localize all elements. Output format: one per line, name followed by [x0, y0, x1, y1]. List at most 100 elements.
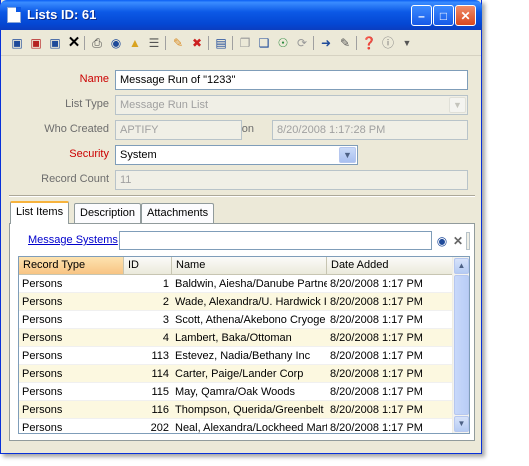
security-select[interactable]: System ▼	[115, 145, 358, 165]
minimize-button[interactable]: –	[411, 5, 432, 26]
table-row[interactable]: Persons 202 Neal, Alexandra/Lockheed Mar…	[19, 419, 453, 433]
cell-name: Thompson, Querida/Greenbelt I	[172, 401, 327, 419]
save-new-icon[interactable]: ▣	[28, 35, 44, 51]
cell-id: 116	[124, 401, 172, 419]
cell-record-type: Persons	[19, 383, 124, 401]
notes-icon[interactable]: ✎	[337, 35, 353, 51]
title-bar[interactable]: Lists ID: 61 – □ ✕	[0, 0, 482, 30]
minimize-icon: –	[418, 8, 425, 23]
copy-to-icon[interactable]: ❑	[256, 35, 272, 51]
toolbar-separator	[232, 36, 233, 50]
grid-header: Record Type ID Name Date Added	[19, 257, 453, 275]
save-icon[interactable]: ▣	[9, 35, 25, 51]
record-count-field[interactable]: 11	[115, 170, 468, 190]
table-row[interactable]: Persons 2 Wade, Alexandra/U. Hardwick I …	[19, 293, 453, 311]
toolbar-separator	[356, 36, 357, 50]
field-edge	[466, 232, 470, 250]
table-row[interactable]: Persons 114 Carter, Paige/Lander Corp 8/…	[19, 365, 453, 383]
cell-date-added: 8/20/2008 1:17 PM	[327, 383, 453, 401]
cell-record-type: Persons	[19, 401, 124, 419]
column-header-name[interactable]: Name	[172, 257, 327, 275]
record-form: Name Message Run of "1233" List Type Mes…	[1, 57, 481, 199]
created-date-field[interactable]: 8/20/2008 1:17:28 PM	[272, 120, 468, 140]
security-label: Security	[69, 148, 109, 160]
cell-date-added: 8/20/2008 1:17 PM	[327, 401, 453, 419]
table-row[interactable]: Persons 4 Lambert, Baka/Ottoman 8/20/200…	[19, 329, 453, 347]
cell-date-added: 8/20/2008 1:17 PM	[327, 293, 453, 311]
cell-record-type: Persons	[19, 275, 124, 293]
cell-name: Baldwin, Aiesha/Danube Partne	[172, 275, 327, 293]
who-created-label: Who Created	[44, 123, 109, 135]
edit-icon[interactable]: ✎	[170, 35, 186, 51]
divider	[9, 195, 475, 197]
list-type-select[interactable]: Message Run List ▼	[115, 95, 468, 115]
table-row[interactable]: Persons 116 Thompson, Querida/Greenbelt …	[19, 401, 453, 419]
message-systems-input[interactable]	[119, 231, 432, 250]
grid-icon[interactable]: ▤	[213, 35, 229, 51]
info-icon[interactable]: ⓘ	[380, 35, 396, 51]
vertical-scrollbar[interactable]: ▲ ▼	[452, 257, 469, 433]
web-icon[interactable]: ☉	[275, 35, 291, 51]
cell-date-added: 8/20/2008 1:17 PM	[327, 311, 453, 329]
cell-name: May, Qamra/Oak Woods	[172, 383, 327, 401]
document-icon	[7, 7, 21, 23]
cell-name: Scott, Athena/Akebono Cryoge	[172, 311, 327, 329]
table-row[interactable]: Persons 113 Estevez, Nadia/Bethany Inc 8…	[19, 347, 453, 365]
save-close-icon[interactable]: ▣	[47, 35, 63, 51]
column-header-record-type[interactable]: Record Type	[19, 257, 124, 275]
table-row[interactable]: Persons 1 Baldwin, Aiesha/Danube Partne …	[19, 275, 453, 293]
table-row[interactable]: Persons 115 May, Qamra/Oak Woods 8/20/20…	[19, 383, 453, 401]
find-icon[interactable]: ◉	[108, 35, 124, 51]
toolbar-separator	[208, 36, 209, 50]
column-header-id[interactable]: ID	[124, 257, 172, 275]
message-systems-link[interactable]: Message Systems	[28, 234, 118, 246]
cell-date-added: 8/20/2008 1:17 PM	[327, 419, 453, 433]
toolbar-overflow-icon[interactable]: ▼	[399, 35, 415, 51]
print-icon[interactable]: ⎙	[89, 35, 105, 51]
toolbar-separator	[84, 36, 85, 50]
chevron-down-icon[interactable]: ▼	[449, 97, 466, 113]
tab-description[interactable]: Description	[74, 203, 142, 223]
copy-icon[interactable]: ❐	[237, 35, 253, 51]
cell-id: 113	[124, 347, 172, 365]
cell-record-type: Persons	[19, 311, 124, 329]
list-items-grid: Record Type ID Name Date Added Persons 1…	[18, 256, 470, 434]
toolbar: ▣ ▣ ▣ ✕ ⎙ ◉ ▲ ☰ ✎ ✖ ▤ ❐ ❑ ☉ ⟳ ➜ ✎ ❓ ⓘ ▼	[1, 30, 481, 56]
name-field[interactable]: Message Run of "1233"	[115, 70, 468, 90]
cell-date-added: 8/20/2008 1:17 PM	[327, 347, 453, 365]
scroll-thumb[interactable]	[454, 275, 469, 415]
delete-icon[interactable]: ✕	[66, 35, 82, 51]
toolbar-separator	[313, 36, 314, 50]
cell-record-type: Persons	[19, 365, 124, 383]
list-type-label: List Type	[65, 98, 109, 110]
list-icon[interactable]: ☰	[146, 35, 162, 51]
column-header-date-added[interactable]: Date Added	[327, 257, 453, 275]
close-icon: ✕	[460, 8, 471, 23]
help-icon[interactable]: ❓	[361, 35, 377, 51]
scroll-up-icon[interactable]: ▲	[454, 258, 469, 274]
list-items-panel: Message Systems ◉ ✕ Record Type ID Name …	[9, 223, 475, 441]
tab-attachments[interactable]: Attachments	[141, 203, 215, 223]
refresh-icon[interactable]: ⟳	[294, 35, 310, 51]
cell-record-type: Persons	[19, 347, 124, 365]
table-row[interactable]: Persons 3 Scott, Athena/Akebono Cryoge 8…	[19, 311, 453, 329]
cell-name: Neal, Alexandra/Lockheed Mart	[172, 419, 327, 433]
lists-window: Lists ID: 61 – □ ✕ ▣ ▣ ▣ ✕ ⎙ ◉ ▲ ☰ ✎ ✖ ▤…	[0, 0, 482, 454]
scroll-down-icon[interactable]: ▼	[454, 416, 469, 432]
chevron-down-icon[interactable]: ▼	[339, 147, 356, 163]
cell-id: 202	[124, 419, 172, 433]
on-label: on	[241, 123, 254, 135]
delete-record-icon[interactable]: ✖	[189, 35, 205, 51]
clear-icon[interactable]: ✕	[450, 233, 466, 249]
cell-name: Lambert, Baka/Ottoman	[172, 329, 327, 347]
close-button[interactable]: ✕	[455, 5, 476, 26]
open-folder-icon[interactable]: ▲	[127, 35, 143, 51]
cell-name: Wade, Alexandra/U. Hardwick I	[172, 293, 327, 311]
tab-list-items[interactable]: List Items	[10, 201, 70, 224]
name-label: Name	[79, 73, 109, 85]
window-title: Lists ID: 61	[27, 7, 97, 22]
binoculars-icon[interactable]: ◉	[434, 233, 450, 249]
maximize-button[interactable]: □	[433, 5, 454, 26]
cell-date-added: 8/20/2008 1:17 PM	[327, 365, 453, 383]
go-to-icon[interactable]: ➜	[318, 35, 334, 51]
